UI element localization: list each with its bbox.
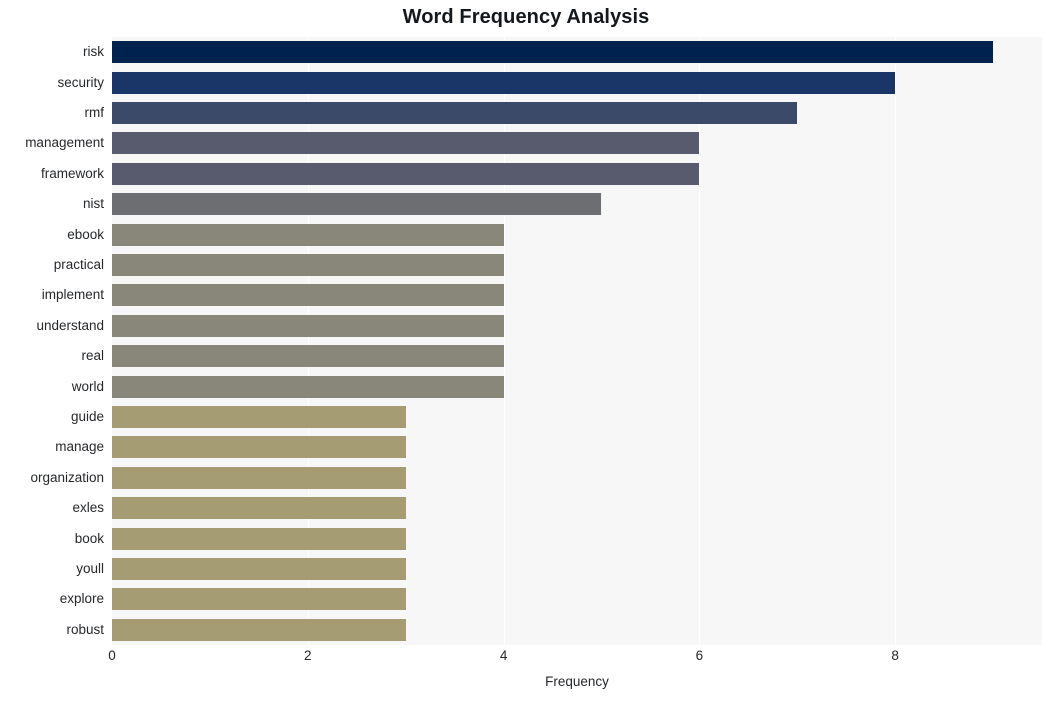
x-tick-label: 0 xyxy=(108,648,116,663)
y-tick-label: management xyxy=(25,135,104,151)
y-tick-label: understand xyxy=(36,317,104,333)
bar xyxy=(112,102,798,124)
bar xyxy=(112,436,406,459)
bar xyxy=(112,162,700,185)
y-tick-label: manage xyxy=(55,439,104,455)
bar xyxy=(112,284,504,307)
y-tick-label: exles xyxy=(72,500,104,516)
bar xyxy=(112,41,994,64)
y-tick-label: youll xyxy=(76,561,104,576)
bar xyxy=(112,71,896,94)
y-tick-label: risk xyxy=(83,44,104,60)
y-tick-label: practical xyxy=(53,257,104,272)
bar xyxy=(112,618,406,641)
y-axis-tick-labels: risk security rmf management framework nist eb… xyxy=(0,37,104,645)
bar xyxy=(112,497,406,520)
x-tick-label: 8 xyxy=(891,648,899,663)
x-axis-title: Frequency xyxy=(545,674,609,689)
bars-layer xyxy=(112,37,1042,645)
y-tick-label: robust xyxy=(66,621,104,637)
y-tick-label: security xyxy=(57,74,104,90)
y-tick-label: world xyxy=(71,378,104,394)
bar xyxy=(112,314,504,337)
bar xyxy=(112,254,504,276)
x-tick-label: 4 xyxy=(499,648,508,663)
y-tick-label: framework xyxy=(40,165,104,181)
y-tick-label: nist xyxy=(82,196,104,212)
y-tick-label: implement xyxy=(41,287,104,303)
bar xyxy=(112,193,602,216)
y-tick-label: book xyxy=(74,530,104,546)
bar xyxy=(112,466,406,489)
y-tick-label: explore xyxy=(59,591,104,607)
x-tick-label: 2 xyxy=(304,648,312,663)
y-tick-label: guide xyxy=(70,409,104,424)
bar xyxy=(112,527,406,550)
bar xyxy=(112,345,504,368)
x-axis-tick-labels: 0 2 4 6 8 xyxy=(108,648,1042,670)
plot-area xyxy=(112,37,1042,645)
y-tick-label: ebook xyxy=(67,226,104,242)
bar xyxy=(112,132,700,155)
x-tick-label: 6 xyxy=(695,648,704,663)
bar xyxy=(112,223,504,246)
bar xyxy=(112,558,406,580)
chart-title: Word Frequency Analysis xyxy=(402,6,650,28)
y-tick-label: rmf xyxy=(84,105,105,120)
bar xyxy=(112,406,406,428)
word-frequency-chart: Word Frequency Analysis risk security rmf m… xyxy=(0,0,1052,701)
bar xyxy=(112,588,406,611)
y-tick-label: real xyxy=(81,348,104,364)
y-tick-label: organization xyxy=(30,469,104,485)
bar xyxy=(112,375,504,398)
